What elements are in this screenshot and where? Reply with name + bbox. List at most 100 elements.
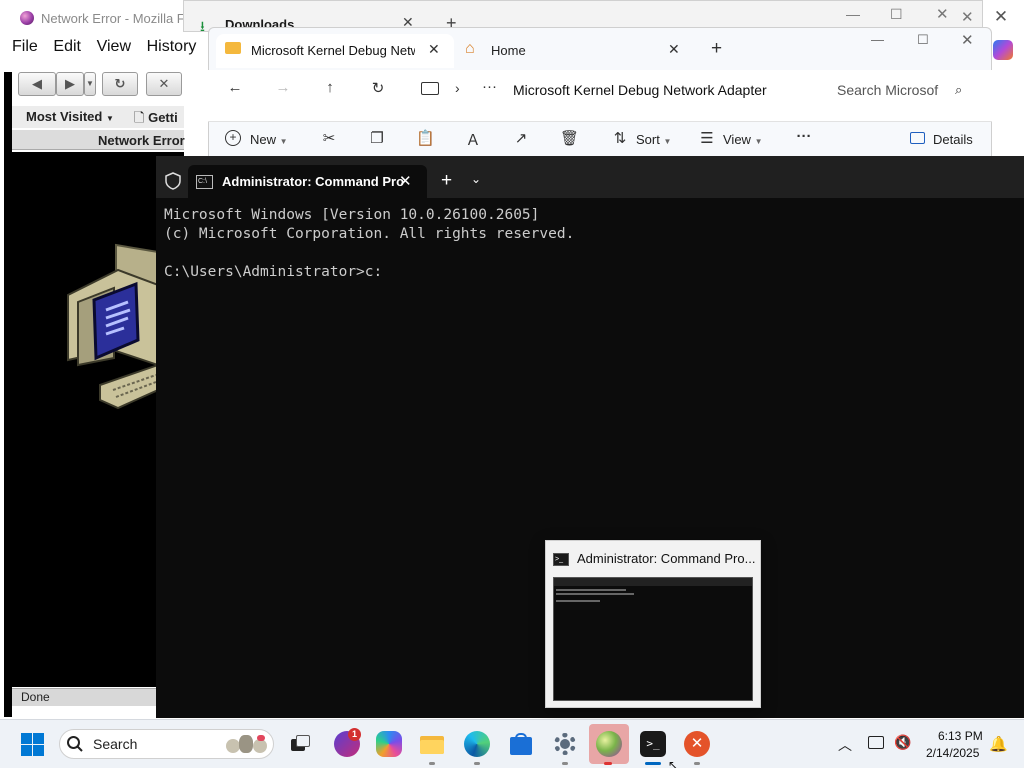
firefox-close-button[interactable]: ✕ [990, 6, 1012, 28]
home-tab-close-icon[interactable]: ✕ [668, 41, 680, 58]
view-button-label: View [723, 132, 751, 147]
details-button[interactable]: Details [933, 132, 973, 147]
downloads-close-icon[interactable]: ✕ [936, 5, 949, 23]
close-app-icon[interactable]: ✕ [684, 731, 710, 757]
task-view-icon[interactable] [287, 731, 313, 757]
explorer-tab-label: Microsoft Kernel Debug Netwo [251, 43, 415, 58]
settings-gear-icon[interactable] [552, 731, 578, 757]
chevron-down-icon: ▼ [754, 137, 763, 146]
download-icon: ⭳ [200, 18, 205, 34]
bookmark-getting-started[interactable]: 🗋 Getti [134, 109, 178, 131]
second-close-icon[interactable]: ✕ [961, 8, 974, 26]
chevron-down-icon: ▼ [279, 137, 288, 146]
more-options-icon[interactable]: ··· [794, 128, 814, 145]
thumbnail-tabbar [554, 578, 752, 586]
chevron-up-icon[interactable]: ︿ [838, 735, 852, 755]
microsoft-store-icon[interactable] [508, 731, 534, 757]
back-arrow-icon[interactable]: ← [226, 79, 244, 96]
explorer-new-tab-icon[interactable]: + [711, 38, 722, 60]
search-placeholder: Search Microsof [837, 82, 939, 98]
sort-button[interactable]: Sort ▼ [636, 132, 671, 147]
edge-browser-icon[interactable] [464, 731, 490, 757]
paste-icon[interactable]: 📋 [416, 129, 435, 147]
thumbnail-text-line [556, 589, 626, 591]
terminal-line: Microsoft Windows [Version 10.0.26100.26… [164, 207, 540, 223]
thumbnail-text-line [556, 593, 634, 595]
explorer-close-icon[interactable]: ✕ [961, 31, 974, 49]
rename-icon[interactable]: Ａ [464, 129, 482, 150]
cut-icon[interactable]: ✂ [320, 129, 338, 147]
thumbnail-text-line [556, 600, 600, 602]
volume-muted-icon[interactable]: 🔇 [894, 734, 911, 751]
copilot-icon[interactable] [376, 731, 402, 757]
forward-button[interactable]: ▶ [56, 72, 84, 96]
sort-icon: ⇅ [613, 130, 627, 147]
file-explorer-icon[interactable] [419, 731, 445, 757]
sort-button-label: Sort [636, 132, 660, 147]
menu-edit[interactable]: Edit [53, 38, 81, 56]
downloads-minimize-icon[interactable]: — [846, 6, 860, 22]
new-button[interactable]: New ▼ [250, 132, 288, 147]
clock-time[interactable]: 6:13 PM [938, 729, 983, 743]
preview-thumbnail[interactable] [553, 577, 753, 701]
share-icon[interactable]: ↗ [512, 129, 530, 147]
chevron-down-icon: ▼ [663, 137, 672, 146]
explorer-tab-home[interactable]: Home [491, 43, 526, 58]
up-arrow-icon[interactable]: ↑ [321, 79, 339, 96]
network-icon[interactable] [868, 736, 884, 749]
bookmark-most-visited[interactable]: Most Visited ▼ [26, 109, 114, 124]
explorer-tab-close-icon[interactable]: ✕ [428, 41, 440, 58]
menu-view[interactable]: View [97, 38, 131, 56]
refresh-icon[interactable]: ↻ [369, 79, 387, 97]
mouse-cursor-icon: ↖ [668, 758, 679, 768]
notification-bell-icon[interactable]: 🔔 [989, 735, 1008, 753]
terminal-tab-label: Administrator: Command Pro [222, 174, 405, 189]
clock-date[interactable]: 2/14/2025 [926, 746, 979, 760]
firefox-taskbar-icon[interactable] [596, 731, 622, 757]
settings-running-indicator [562, 762, 568, 765]
terminal-prompt-line: C:\Users\Administrator>c: [164, 264, 383, 280]
search-icon [67, 736, 83, 752]
explorer-maximize-icon[interactable]: ☐ [917, 32, 929, 48]
search-icon: ⌕ [955, 82, 963, 97]
terminal-new-tab-icon[interactable]: + [441, 170, 452, 192]
forward-arrow-icon[interactable]: → [274, 79, 292, 96]
terminal-line: (c) Microsoft Corporation. All rights re… [164, 226, 575, 242]
copy-icon[interactable]: ❐ [368, 129, 386, 147]
terminal-dropdown-icon[interactable]: ⌄ [471, 172, 481, 186]
firefox-window-title: Network Error - Mozilla Fir [41, 11, 192, 26]
back-button[interactable]: ◀ [18, 72, 56, 96]
downloads-maximize-icon[interactable]: ☐ [890, 6, 903, 23]
folder-icon [225, 42, 241, 54]
explorer-minimize-icon[interactable]: — [871, 32, 884, 47]
terminal-taskbar-icon[interactable]: >_ [640, 731, 666, 757]
breadcrumb-chevron-icon: › [455, 80, 460, 96]
this-pc-icon [421, 82, 439, 95]
new-plus-icon: + [225, 130, 241, 146]
terminal-tab-close-icon[interactable]: ✕ [399, 172, 412, 190]
details-pane-icon [910, 132, 925, 144]
firefox-menubar: File Edit View History [12, 38, 208, 64]
history-dropdown-button[interactable]: ▼ [84, 72, 96, 96]
shield-icon [165, 172, 181, 190]
menu-file[interactable]: File [12, 38, 38, 56]
breadcrumb-more-icon[interactable]: ··· [482, 78, 497, 95]
terminal-output[interactable]: Microsoft Windows [Version 10.0.26100.26… [164, 206, 574, 282]
firefox-tab[interactable]: Network Error [98, 133, 185, 148]
delete-icon[interactable]: 🗑 [560, 129, 579, 147]
new-button-label: New [250, 132, 277, 147]
firefox-frame-edge [4, 72, 12, 717]
page-icon: 🗋 [134, 110, 145, 125]
edge-running-indicator [474, 762, 480, 765]
app-running-indicator [694, 762, 700, 765]
preview-title: Administrator: Command Pro... [577, 551, 756, 566]
view-icon: ☰ [700, 130, 714, 147]
status-text: Done [21, 690, 50, 704]
reload-button[interactable]: ↻ [102, 72, 138, 96]
copilot-icon[interactable] [993, 40, 1013, 60]
view-button[interactable]: View ▼ [723, 132, 763, 147]
stop-button[interactable]: ✕ [146, 72, 182, 96]
start-windows-icon[interactable] [21, 733, 44, 756]
menu-history[interactable]: History [147, 38, 197, 56]
command-prompt-icon: C:\ [196, 175, 213, 189]
